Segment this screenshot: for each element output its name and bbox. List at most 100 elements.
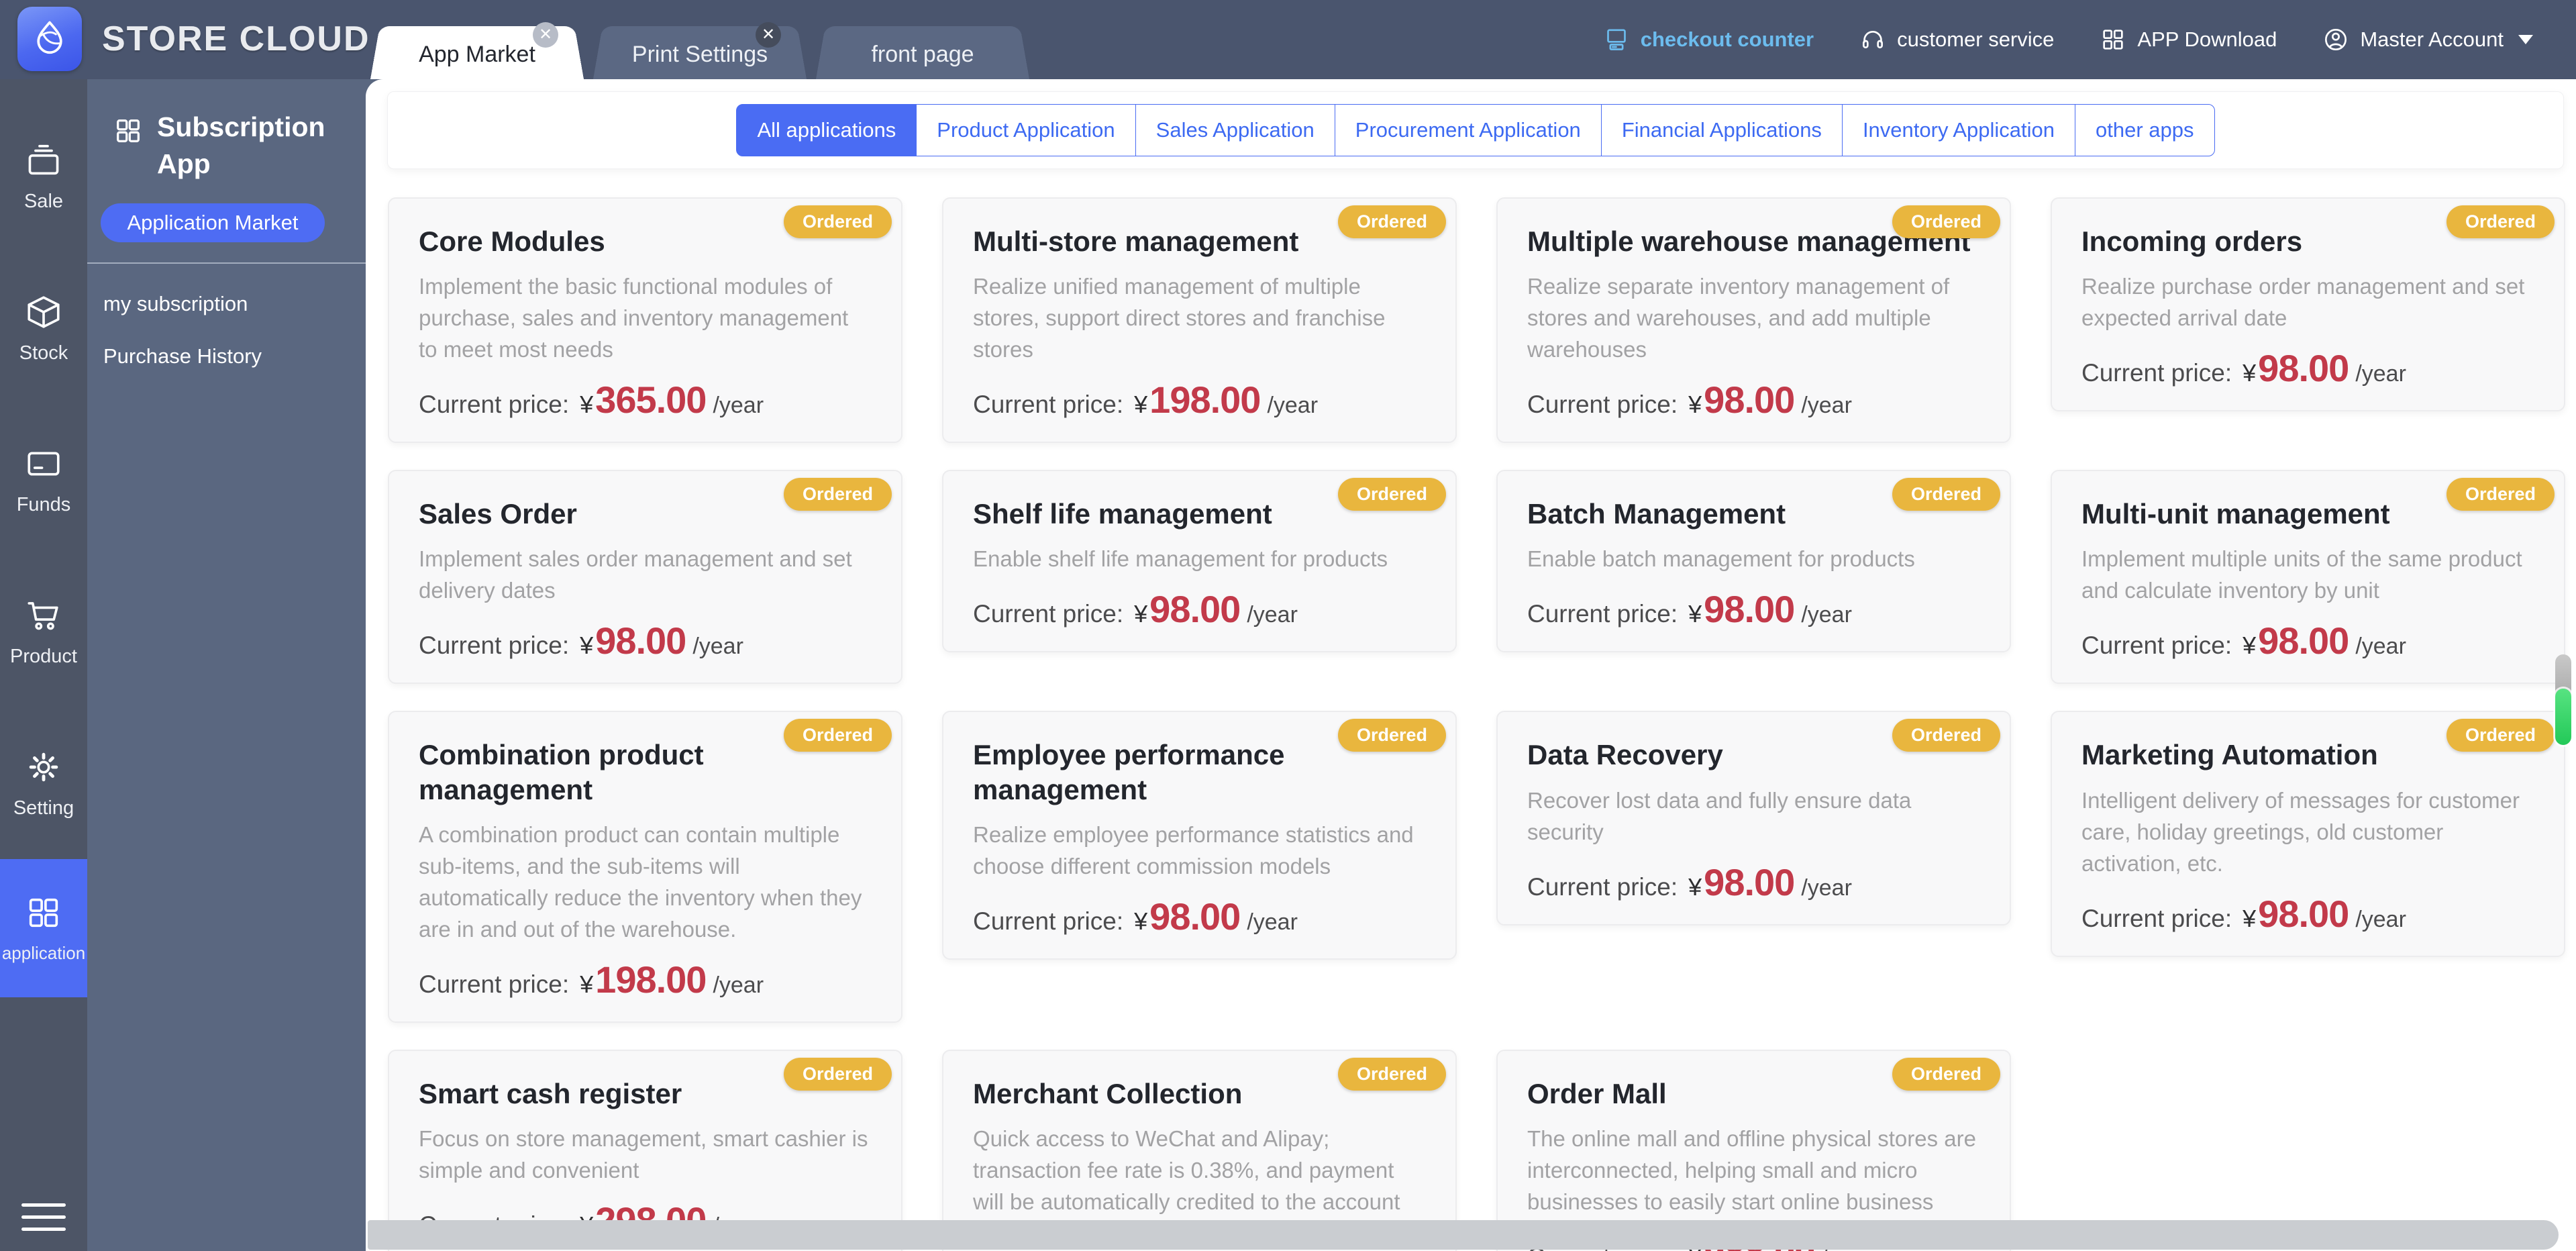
currency-symbol: ¥: [2243, 905, 2256, 933]
header-tab-app-market[interactable]: App Market✕: [370, 19, 584, 79]
card-price-row: Current price:¥98.00/year: [1527, 591, 1980, 628]
vertical-scrollbar-thumb-green[interactable]: [2555, 689, 2571, 745]
card-description: A combination product can contain multip…: [419, 819, 872, 945]
price-label: Current price:: [419, 970, 569, 999]
price-suffix: /year: [692, 634, 743, 660]
app-card[interactable]: OrderedCore ModulesImplement the basic f…: [388, 197, 903, 443]
ordered-badge: Ordered: [2446, 205, 2555, 238]
card-description: Enable batch management for products: [1527, 543, 1980, 574]
header-menu-app-download[interactable]: APP Download: [2077, 26, 2300, 53]
card-description: Realize employee performance statistics …: [973, 819, 1426, 882]
ordered-badge: Ordered: [1892, 719, 2000, 752]
header-menu-customer-service[interactable]: customer service: [1837, 26, 2077, 53]
card-price-row: Current price: ¥98.00/year: [2081, 350, 2534, 387]
rail-item-product[interactable]: Product: [0, 556, 87, 707]
app-card[interactable]: OrderedSales OrderImplement sales order …: [388, 470, 903, 684]
price-value: 365.00: [595, 381, 706, 419]
header-menu: checkout countercustomer serviceAPP Down…: [1580, 0, 2556, 79]
price-suffix: /year: [2355, 361, 2406, 387]
card-price-row: Current price:¥98.00/year: [973, 591, 1426, 628]
price-label: Current price:: [973, 907, 1123, 936]
price-suffix: /year: [1267, 393, 1318, 419]
currency-symbol: ¥: [1134, 907, 1147, 936]
currency-symbol: ¥: [580, 970, 593, 999]
ordered-badge: Ordered: [1892, 1058, 2000, 1091]
hamburger-menu-icon[interactable]: [21, 1203, 66, 1231]
filter-tab-sales-application[interactable]: Sales Application: [1135, 104, 1335, 156]
price-suffix: /year: [1801, 875, 1852, 901]
store-cloud-logo: [17, 7, 82, 71]
filter-tab-product-application[interactable]: Product Application: [916, 104, 1135, 156]
sidebar-item-application-market[interactable]: Application Market: [101, 203, 325, 242]
card-price-row: Current price:¥98.00/year: [1527, 381, 1980, 419]
close-icon[interactable]: ✕: [533, 22, 558, 48]
app-card[interactable]: OrderedBatch ManagementEnable batch mana…: [1496, 470, 2011, 652]
tab-strip: App Market✕Print Settings✕front page: [370, 19, 1029, 79]
rail-item-sale[interactable]: Sale: [0, 101, 87, 252]
ordered-badge: Ordered: [1338, 1058, 1446, 1091]
ordered-badge: Ordered: [1892, 205, 2000, 238]
rail-item-stock[interactable]: Stock: [0, 252, 87, 404]
price-value: 198.00: [1149, 381, 1260, 419]
card-description: Implement multiple units of the same pro…: [2081, 543, 2534, 606]
ordered-badge: Ordered: [2446, 478, 2555, 511]
filter-tab-procurement-application[interactable]: Procurement Application: [1335, 104, 1602, 156]
currency-symbol: ¥: [580, 391, 593, 419]
sidebar-items: my subscriptionPurchase History: [87, 264, 396, 368]
currency-symbol: ¥: [2243, 632, 2256, 660]
rail-item-application[interactable]: application: [0, 859, 87, 997]
rail-item-setting[interactable]: Setting: [0, 707, 87, 859]
application-icon: [24, 893, 63, 932]
sidebar-item-my-subscription[interactable]: my subscription: [87, 264, 396, 316]
card-price-row: Current price:¥98.00/year: [973, 898, 1426, 936]
price-label: Current price:: [2081, 359, 2232, 387]
currency-symbol: ¥: [2243, 359, 2256, 387]
header-tab-print-settings[interactable]: Print Settings✕: [593, 19, 807, 79]
price-value: 98.00: [2258, 622, 2349, 660]
price-suffix: /year: [2355, 907, 2406, 933]
currency-symbol: ¥: [1134, 600, 1147, 628]
header-menu-master-account[interactable]: Master Account: [2300, 26, 2556, 53]
app-card[interactable]: OrderedShelf life managementEnable shelf…: [942, 470, 1457, 652]
cash-register-icon: [1603, 26, 1630, 53]
ordered-badge: Ordered: [784, 205, 892, 238]
price-suffix: /year: [2355, 634, 2406, 660]
price-value: 98.00: [2258, 350, 2349, 387]
sidebar-item-purchase-history[interactable]: Purchase History: [87, 316, 396, 368]
filter-tab-all-applications[interactable]: All applications: [736, 104, 917, 156]
filter-tab-inventory-application[interactable]: Inventory Application: [1842, 104, 2075, 156]
filter-tab-other-apps[interactable]: other apps: [2075, 104, 2215, 156]
ordered-badge: Ordered: [1338, 478, 1446, 511]
card-description: Implement sales order management and set…: [419, 543, 872, 606]
card-description: Focus on store management, smart cashier…: [419, 1123, 872, 1186]
left-nav-rail: Sale Stock Funds ProductSettingapplication: [0, 79, 87, 1251]
brand: STORE CLOUD: [17, 7, 370, 71]
app-card[interactable]: OrderedIncoming ordersRealize purchase o…: [2051, 197, 2565, 411]
currency-symbol: ¥: [1688, 391, 1702, 419]
app-card[interactable]: OrderedEmployee performance managementRe…: [942, 711, 1457, 959]
rail-item-label: Funds: [17, 494, 71, 516]
horizontal-scrollbar-thumb[interactable]: [368, 1220, 2559, 1250]
funds-icon: [24, 444, 63, 483]
price-label: Current price:: [2081, 632, 2232, 660]
sale-icon: [24, 141, 63, 180]
product-icon: [24, 596, 63, 635]
card-description: Implement the basic functional modules o…: [419, 270, 872, 365]
app-card[interactable]: OrderedData RecoveryRecover lost data an…: [1496, 711, 2011, 925]
app-card[interactable]: OrderedMarketing AutomationIntelligent d…: [2051, 711, 2565, 956]
ordered-badge: Ordered: [1892, 478, 2000, 511]
price-suffix: /year: [1801, 393, 1852, 419]
app-card[interactable]: OrderedMulti-store managementRealize uni…: [942, 197, 1457, 443]
close-icon[interactable]: ✕: [756, 22, 781, 48]
header-tab-front-page[interactable]: front page: [816, 19, 1029, 79]
ordered-badge: Ordered: [784, 1058, 892, 1091]
app-card[interactable]: OrderedMulti-unit managementImplement mu…: [2051, 470, 2565, 684]
header-menu-checkout-counter[interactable]: checkout counter: [1580, 26, 1837, 53]
app-card[interactable]: OrderedMultiple warehouse managementReal…: [1496, 197, 2011, 443]
app-card[interactable]: OrderedCombination product managementA c…: [388, 711, 903, 1022]
price-value: 98.00: [1149, 591, 1240, 628]
filter-tab-financial-applications[interactable]: Financial Applications: [1601, 104, 1843, 156]
rail-item-funds[interactable]: Funds: [0, 404, 87, 556]
price-label: Current price:: [973, 391, 1123, 419]
rail-item-label: Sale: [24, 191, 63, 213]
